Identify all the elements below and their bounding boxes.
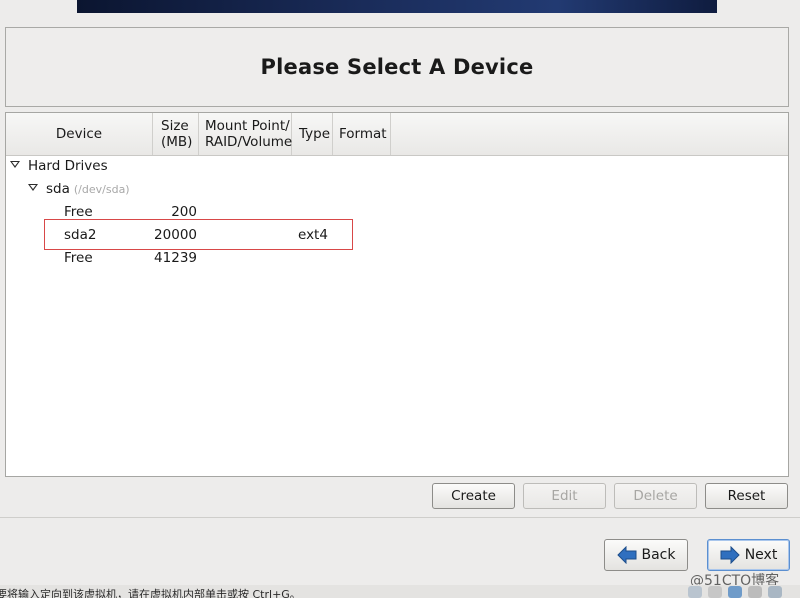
back-button[interactable]: Back — [604, 539, 688, 571]
expander-down-icon[interactable] — [28, 184, 38, 191]
column-header-type[interactable]: Type — [292, 113, 333, 155]
next-button[interactable]: Next — [707, 539, 790, 571]
delete-button[interactable]: Delete — [614, 483, 697, 509]
back-label: Back — [641, 547, 676, 563]
cell-size: 200 — [171, 204, 197, 220]
arrow-left-icon — [616, 546, 636, 564]
sound-icon[interactable] — [768, 586, 782, 598]
status-hint: 要将输入定向到该虚拟机，请在虚拟机内部单击或按 Ctrl+G。 — [0, 588, 301, 598]
tree-row-sda[interactable]: sda (/dev/sda) — [6, 178, 788, 201]
header-banner — [77, 0, 717, 13]
network-icon[interactable] — [728, 586, 742, 598]
column-header-size[interactable]: Size (MB) — [153, 113, 199, 155]
disk-label: sda (/dev/sda) — [46, 181, 130, 197]
cell-size: 41239 — [154, 250, 197, 266]
expander-down-icon[interactable] — [10, 161, 20, 168]
cell-device: Free — [64, 250, 93, 266]
divider — [0, 517, 800, 518]
column-header-format[interactable]: Format — [333, 113, 391, 155]
cell-device: Free — [64, 204, 93, 220]
next-label: Next — [744, 547, 778, 563]
tree-row-hard-drives[interactable]: Hard Drives — [6, 155, 788, 178]
group-label: Hard Drives — [28, 158, 108, 174]
disk-icon[interactable] — [688, 586, 702, 598]
highlight-annotation — [44, 219, 353, 250]
column-header-mount-point[interactable]: Mount Point/ RAID/Volume — [199, 113, 292, 155]
usb-icon[interactable] — [748, 586, 762, 598]
cd-icon[interactable] — [708, 586, 722, 598]
disk-path: (/dev/sda) — [73, 183, 130, 196]
vm-status-bar: 要将输入定向到该虚拟机，请在虚拟机内部单击或按 Ctrl+G。 — [0, 585, 800, 598]
page-title: Please Select A Device — [260, 55, 534, 79]
create-button[interactable]: Create — [432, 483, 515, 509]
table-header: Device Size (MB) Mount Point/ RAID/Volum… — [6, 113, 788, 156]
reset-button[interactable]: Reset — [705, 483, 788, 509]
column-header-device[interactable]: Device — [6, 113, 153, 155]
column-header-spacer — [391, 113, 788, 155]
table-row[interactable]: Free 41239 — [6, 247, 788, 270]
edit-button[interactable]: Edit — [523, 483, 606, 509]
arrow-right-icon — [720, 546, 740, 564]
device-table[interactable]: Device Size (MB) Mount Point/ RAID/Volum… — [5, 112, 789, 477]
title-panel: Please Select A Device — [5, 27, 789, 107]
